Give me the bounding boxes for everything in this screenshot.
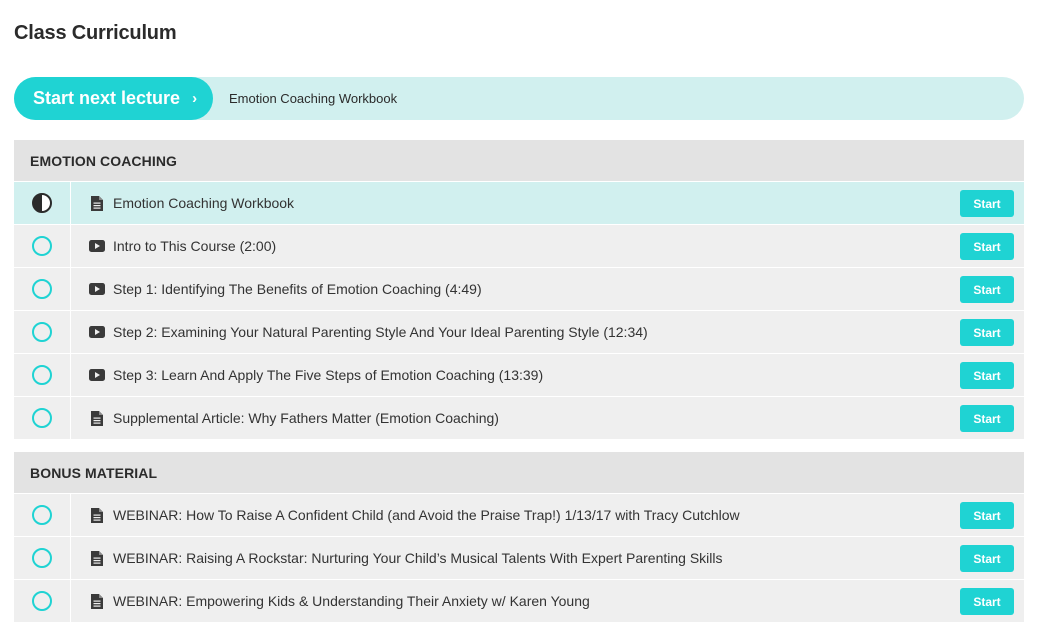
not-started-circle-icon [32, 322, 52, 342]
lecture-title[interactable]: WEBINAR: How To Raise A Confident Child … [113, 507, 740, 523]
document-icon [89, 593, 105, 609]
not-started-circle-icon [32, 505, 52, 525]
video-icon [89, 240, 105, 252]
next-lecture-bar: Start next lecture › Emotion Coaching Wo… [14, 77, 1024, 120]
status-cell [14, 225, 71, 267]
document-icon [89, 410, 105, 426]
start-button[interactable]: Start [960, 588, 1014, 615]
next-lecture-title: Emotion Coaching Workbook [229, 91, 398, 106]
lecture-row[interactable]: Step 3: Learn And Apply The Five Steps o… [14, 354, 1024, 396]
lecture-row[interactable]: WEBINAR: How To Raise A Confident Child … [14, 494, 1024, 536]
not-started-circle-icon [32, 548, 52, 568]
video-icon [89, 369, 105, 381]
lecture-title[interactable]: Step 1: Identifying The Benefits of Emot… [113, 281, 482, 297]
section-emotion-coaching: EMOTION COACHING Emotion Coaching Workbo… [14, 140, 1024, 439]
lecture-row[interactable]: WEBINAR: Raising A Rockstar: Nurturing Y… [14, 537, 1024, 579]
document-icon [89, 550, 105, 566]
not-started-circle-icon [32, 279, 52, 299]
start-button[interactable]: Start [960, 276, 1014, 303]
lecture-row[interactable]: Supplemental Article: Why Fathers Matter… [14, 397, 1024, 439]
status-cell [14, 397, 71, 439]
start-button[interactable]: Start [960, 545, 1014, 572]
not-started-circle-icon [32, 408, 52, 428]
status-cell [14, 494, 71, 536]
not-started-circle-icon [32, 365, 52, 385]
document-icon [89, 195, 105, 211]
lecture-row[interactable]: Step 1: Identifying The Benefits of Emot… [14, 268, 1024, 310]
lecture-row[interactable]: Emotion Coaching Workbook Start [14, 182, 1024, 224]
document-icon [89, 507, 105, 523]
start-next-lecture-label: Start next lecture [33, 88, 181, 108]
start-button[interactable]: Start [960, 502, 1014, 529]
lecture-row[interactable]: WEBINAR: Empowering Kids & Understanding… [14, 580, 1024, 622]
lecture-title[interactable]: Supplemental Article: Why Fathers Matter… [113, 410, 499, 426]
status-cell [14, 182, 71, 224]
status-cell [14, 354, 71, 396]
start-next-lecture-button[interactable]: Start next lecture › [14, 77, 213, 120]
page-title: Class Curriculum [14, 22, 177, 44]
start-button[interactable]: Start [960, 233, 1014, 260]
start-button[interactable]: Start [960, 190, 1014, 217]
lecture-title[interactable]: Step 2: Examining Your Natural Parenting… [113, 324, 648, 340]
section-header: EMOTION COACHING [14, 140, 1024, 181]
video-icon [89, 326, 105, 338]
start-button[interactable]: Start [960, 405, 1014, 432]
lecture-title[interactable]: Intro to This Course (2:00) [113, 238, 276, 254]
lecture-title[interactable]: Step 3: Learn And Apply The Five Steps o… [113, 367, 543, 383]
video-icon [89, 283, 105, 295]
status-cell [14, 311, 71, 353]
start-button[interactable]: Start [960, 362, 1014, 389]
in-progress-icon [32, 193, 52, 213]
not-started-circle-icon [32, 591, 52, 611]
section-bonus-material: BONUS MATERIAL WEBINAR: How To Raise A C… [14, 452, 1024, 622]
start-button[interactable]: Start [960, 319, 1014, 346]
section-header: BONUS MATERIAL [14, 452, 1024, 493]
status-cell [14, 268, 71, 310]
status-cell [14, 580, 71, 622]
lecture-title[interactable]: WEBINAR: Empowering Kids & Understanding… [113, 593, 590, 609]
lecture-row[interactable]: Intro to This Course (2:00) Start [14, 225, 1024, 267]
status-cell [14, 537, 71, 579]
not-started-circle-icon [32, 236, 52, 256]
lecture-row[interactable]: Step 2: Examining Your Natural Parenting… [14, 311, 1024, 353]
chevron-right-icon: › [192, 90, 198, 107]
lecture-title[interactable]: WEBINAR: Raising A Rockstar: Nurturing Y… [113, 550, 723, 566]
lecture-title[interactable]: Emotion Coaching Workbook [113, 195, 294, 211]
